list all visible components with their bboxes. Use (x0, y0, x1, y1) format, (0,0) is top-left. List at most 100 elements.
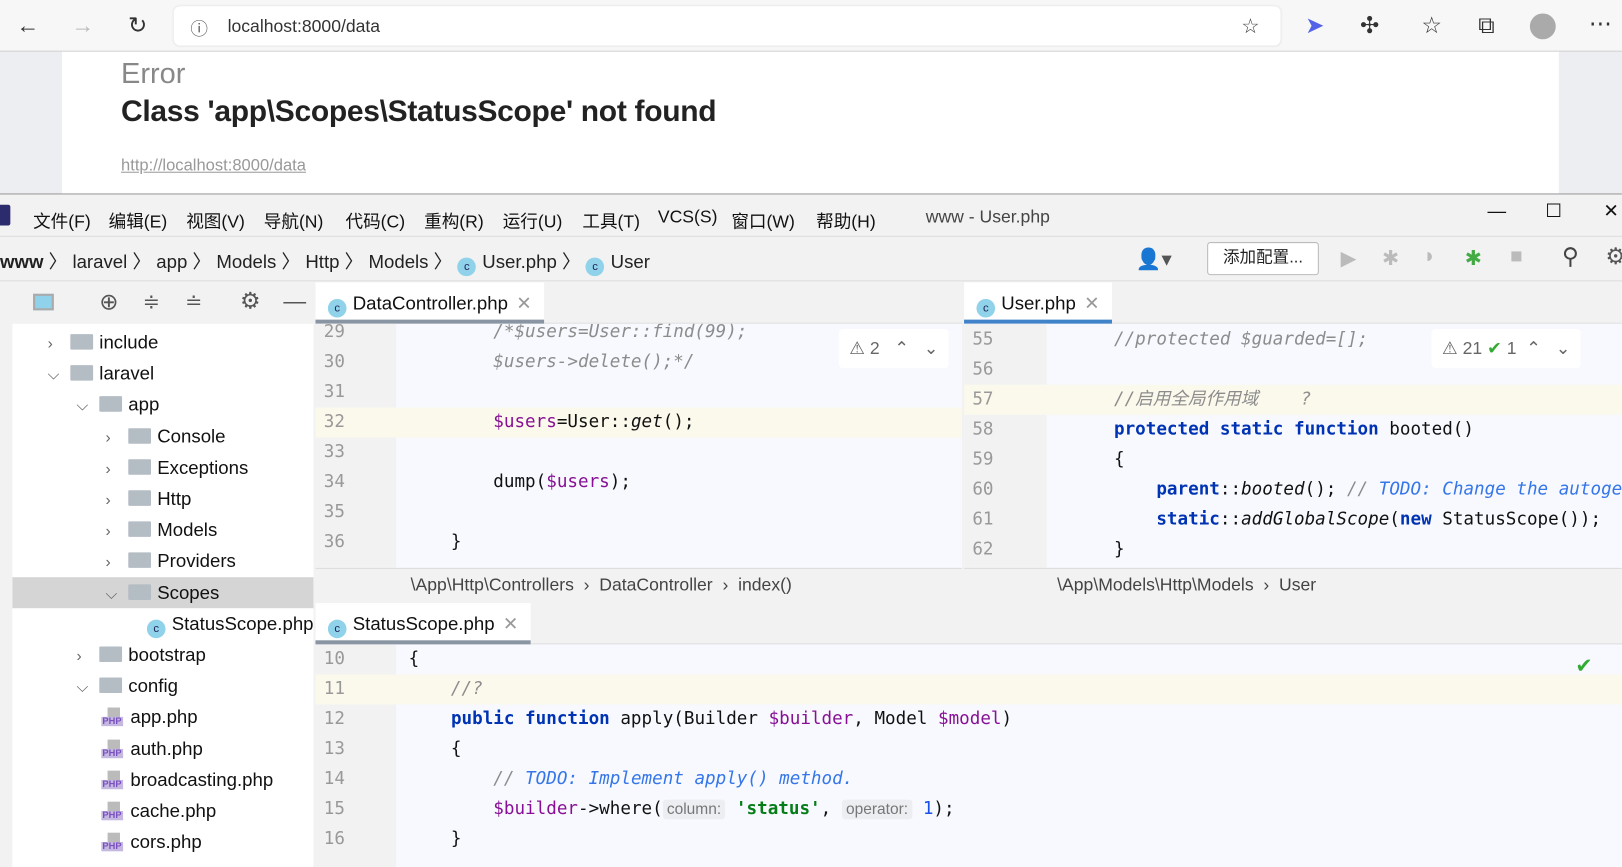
code-line[interactable]: parent::booted(); // TODO: Change the au… (1072, 475, 1622, 505)
code-line[interactable]: } (1072, 535, 1125, 565)
forward-icon[interactable]: → (67, 10, 98, 41)
tree-item[interactable]: › Providers (12, 546, 313, 577)
tree-item[interactable]: ⌵ app (12, 389, 313, 420)
code-line[interactable]: public function apply(Builder $builder, … (409, 704, 1012, 734)
chevron-right-icon[interactable]: › (106, 454, 129, 483)
chevron-right-icon[interactable]: › (48, 329, 71, 358)
tree-item[interactable]: PHP auth.php (12, 733, 313, 764)
chevron-down-icon[interactable]: ⌵ (106, 579, 129, 608)
url-text[interactable]: localhost:8000/data (228, 17, 381, 38)
code-crumb[interactable]: DataController (599, 575, 712, 595)
error-url-link[interactable]: http://localhost:8000/data (121, 157, 306, 176)
code-line[interactable]: protected static function booted() (1072, 415, 1474, 445)
menu-item[interactable]: 代码(C) (345, 207, 405, 233)
code-line[interactable]: static::addGlobalScope(new StatusScope()… (1072, 505, 1601, 535)
add-configuration-button[interactable]: 添加配置... (1207, 242, 1319, 276)
tree-item[interactable]: › include (12, 327, 313, 358)
code-line[interactable]: $builder->where(column: 'status', operat… (409, 794, 955, 824)
extension-icon[interactable]: ➤ (1299, 10, 1330, 41)
chevron-right-icon[interactable]: › (106, 485, 129, 514)
code-line[interactable]: $users=User::get(); (409, 408, 694, 438)
tree-item[interactable]: ⌵ laravel (12, 358, 313, 389)
tab-data-controller[interactable]: c DataController.php ✕ (315, 282, 545, 324)
code-line[interactable]: dump($users); (409, 468, 631, 498)
more-icon[interactable]: ⋯ (1585, 8, 1616, 39)
vcs-user-icon[interactable]: 👤▾ (1136, 246, 1172, 272)
code-area[interactable]: 10 {11 //? 12 public function apply(Builde… (315, 644, 1622, 867)
profile-avatar[interactable] (1529, 13, 1556, 40)
nav-crumb[interactable]: Http (305, 251, 339, 272)
search-icon[interactable]: ⚲ (1562, 243, 1579, 270)
close-tab-icon[interactable]: ✕ (1084, 293, 1100, 314)
code-line[interactable]: { (409, 644, 420, 674)
tree-item[interactable]: › Exceptions (12, 452, 313, 483)
run-icon[interactable]: ▶ (1341, 245, 1357, 271)
chevron-down-icon[interactable]: ⌵ (48, 360, 71, 389)
locate-icon[interactable]: ⊕ (99, 289, 118, 316)
attach-debugger-icon[interactable]: ✱ (1465, 245, 1482, 271)
tree-item[interactable]: › bootstrap (12, 639, 313, 670)
tree-item[interactable]: ⌵ config (12, 670, 313, 701)
collections-icon[interactable]: ⧉ (1471, 10, 1502, 41)
tree-item[interactable]: ⌵ Scopes (12, 576, 314, 608)
tree-item[interactable]: PHP app.php (12, 702, 313, 733)
debug-icon[interactable]: ✱ (1382, 245, 1399, 271)
code-line[interactable]: /*$users=User::find(99); (409, 324, 747, 348)
code-line[interactable]: { (409, 734, 462, 764)
maximize-button[interactable]: ☐ (1545, 201, 1562, 223)
code-crumb[interactable]: \App\Http\Controllers (411, 575, 574, 595)
code-crumb[interactable]: \App\Models\Http\Models (1057, 575, 1253, 595)
minimize-button[interactable]: — (1487, 201, 1506, 223)
info-icon[interactable]: ⓘ (190, 14, 208, 40)
extensions-puzzle-icon[interactable]: ✣ (1354, 10, 1385, 41)
reload-icon[interactable]: ↻ (122, 10, 153, 41)
close-window-button[interactable]: ✕ (1603, 201, 1619, 223)
code-line[interactable]: //protected $guarded=[]; (1072, 325, 1368, 355)
coverage-icon[interactable]: ◗ (1423, 245, 1436, 269)
menu-item[interactable]: 视图(V) (186, 207, 245, 233)
code-line[interactable]: { (1072, 445, 1125, 475)
code-line[interactable]: //? (409, 674, 483, 704)
inspection-widget[interactable]: ⚠ 2 ⌃ ⌄ (838, 328, 949, 369)
code-line[interactable]: } (409, 824, 462, 854)
menu-item[interactable]: VCS(S) (658, 207, 718, 228)
code-line[interactable]: } (409, 528, 462, 558)
chevron-right-icon[interactable]: › (106, 548, 129, 577)
tree-item[interactable]: c StatusScope.php (12, 608, 313, 639)
code-crumb[interactable]: User (1279, 575, 1316, 595)
nav-crumb[interactable]: app (156, 251, 187, 272)
gear-icon[interactable]: ⚙ (240, 288, 260, 315)
nav-crumb[interactable]: Models (368, 251, 428, 272)
code-line[interactable]: //启用全局作用域 ? (1072, 385, 1311, 415)
project-view-icon[interactable] (33, 293, 54, 311)
settings-icon[interactable]: ⚙ (1605, 243, 1622, 270)
chevron-right-icon[interactable]: › (77, 641, 100, 670)
menu-item[interactable]: 文件(F) (33, 207, 91, 233)
menu-item[interactable]: 工具(T) (582, 207, 640, 233)
menu-item[interactable]: 帮助(H) (816, 207, 876, 233)
tree-item[interactable]: › Models (12, 514, 313, 545)
chevron-down-icon[interactable]: ⌵ (77, 391, 100, 420)
code-line[interactable]: // TODO: Implement apply() method. (409, 764, 853, 794)
nav-crumb[interactable]: www (0, 251, 43, 272)
tab-status-scope[interactable]: c StatusScope.php ✕ (315, 603, 531, 645)
hide-icon[interactable]: — (283, 288, 306, 315)
menu-item[interactable]: 窗口(W) (731, 207, 794, 233)
nav-crumb[interactable]: User.php (482, 251, 557, 272)
tree-item[interactable]: › Http (12, 483, 313, 514)
menu-item[interactable]: 运行(U) (503, 207, 563, 233)
expand-all-icon[interactable]: ≑ (143, 289, 160, 315)
nav-crumb[interactable]: Models (216, 251, 276, 272)
tree-item[interactable]: PHP cache.php (12, 795, 313, 826)
favorites-icon[interactable]: ☆ (1416, 10, 1447, 41)
tree-item[interactable]: PHP cors.php (12, 827, 313, 858)
code-crumb[interactable]: index() (738, 575, 792, 595)
address-bar[interactable]: ⓘ localhost:8000/data ☆ (173, 6, 1281, 46)
close-tab-icon[interactable]: ✕ (503, 613, 519, 634)
nav-crumb[interactable]: laravel (72, 251, 127, 272)
chevron-right-icon[interactable]: › (106, 516, 129, 545)
close-tab-icon[interactable]: ✕ (516, 293, 532, 314)
tree-item[interactable]: › Console (12, 421, 313, 452)
inspection-widget[interactable]: ⚠ 21 ✔ 1 ⌃ ⌄ (1431, 328, 1581, 369)
tab-user[interactable]: c User.php ✕ (964, 282, 1113, 324)
